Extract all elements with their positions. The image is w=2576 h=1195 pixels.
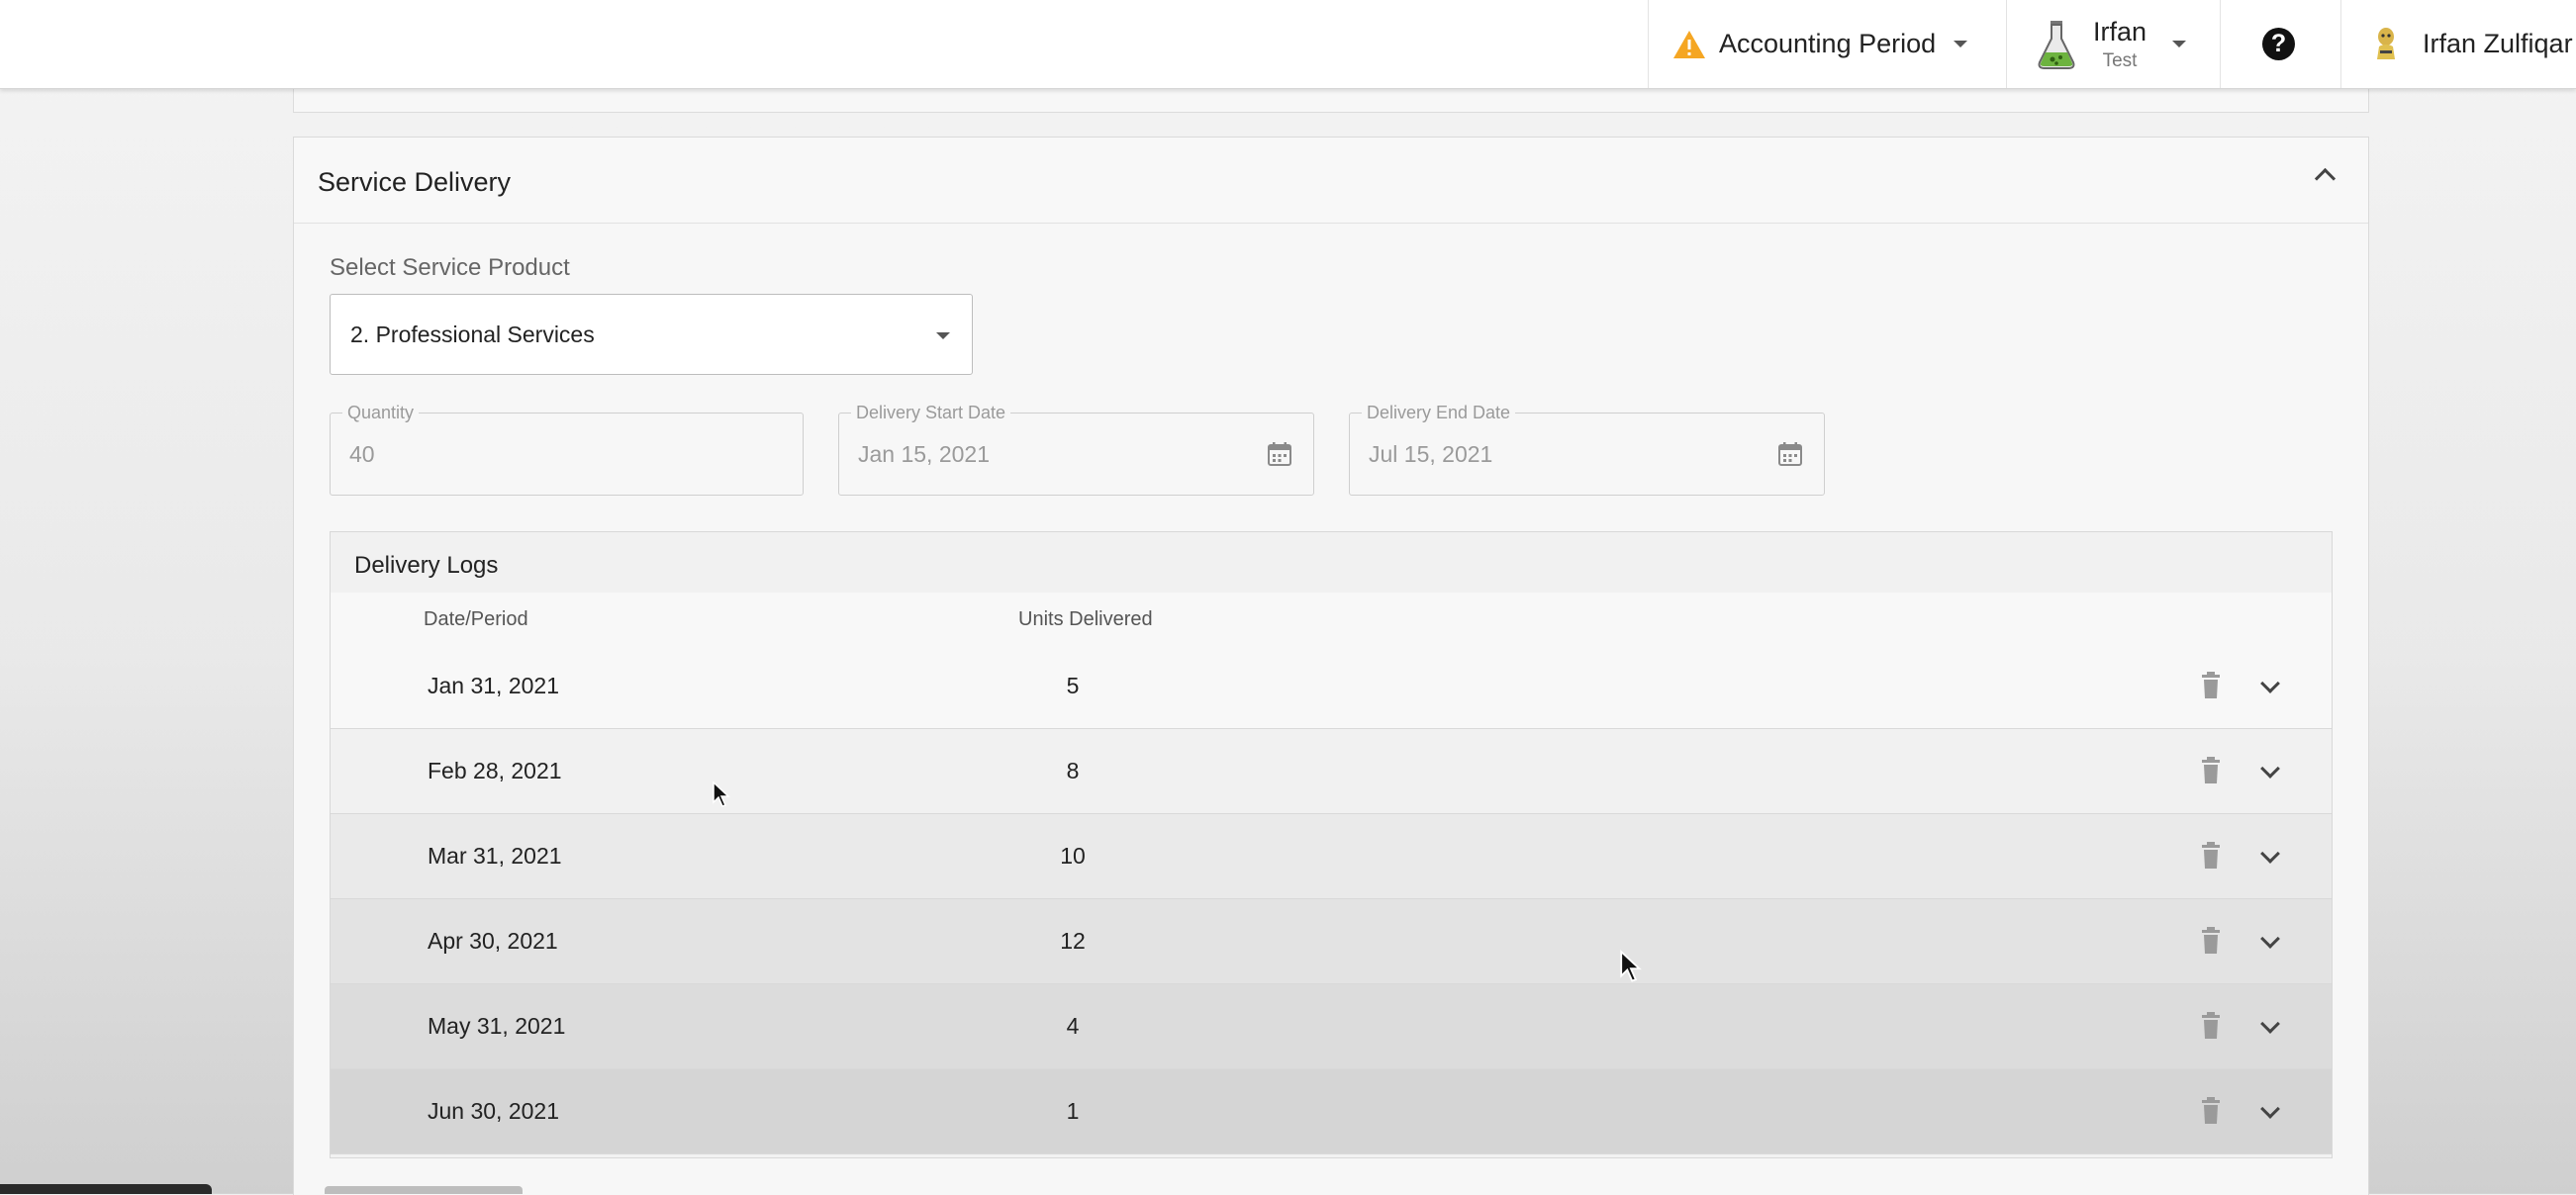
accounting-period-menu[interactable]: Accounting Period <box>1672 0 1989 88</box>
mouse-cursor-icon <box>1620 950 1642 982</box>
row-date: Feb 28, 2021 <box>428 758 562 783</box>
end-date-label: Delivery End Date <box>1362 403 1516 423</box>
table-row[interactable]: Feb 28, 2021 8 <box>331 729 2332 814</box>
table-row[interactable]: Jan 31, 2021 5 <box>331 644 2332 729</box>
row-units: 10 <box>1060 843 1086 869</box>
divider <box>2220 0 2221 88</box>
selected-product: 2. Professional Services <box>350 322 595 347</box>
end-date-value: Jul 15, 2021 <box>1369 441 1493 467</box>
delivery-end-date-field[interactable]: Delivery End Date Jul 15, 2021 <box>1349 403 1825 496</box>
row-date: Jan 31, 2021 <box>428 673 560 698</box>
warning-icon <box>1673 30 1705 58</box>
help-button[interactable]: ? <box>2262 0 2312 88</box>
chevron-down-icon <box>2172 41 2187 47</box>
avatar-icon <box>2377 27 2395 59</box>
mouse-cursor-icon <box>713 781 730 807</box>
accounting-period-label: Accounting Period <box>1719 29 1937 58</box>
row-date: Apr 30, 2021 <box>428 928 558 954</box>
bottom-button[interactable] <box>325 1186 523 1194</box>
divider <box>2340 0 2341 88</box>
row-date: May 31, 2021 <box>428 1013 566 1039</box>
row-units: 5 <box>1066 673 1080 698</box>
table-row[interactable]: Jun 30, 2021 1 <box>331 1069 2332 1154</box>
quantity-field[interactable]: Quantity 40 <box>330 403 804 496</box>
flask-icon <box>2038 20 2075 69</box>
divider <box>1648 0 1649 88</box>
user-name: Irfan Zulfiqar <box>2423 29 2573 58</box>
row-units: 1 <box>1066 1098 1080 1124</box>
delivery-start-date-field[interactable]: Delivery Start Date Jan 15, 2021 <box>838 403 1314 496</box>
chevron-down-icon <box>936 332 950 339</box>
calendar-icon[interactable] <box>1776 440 1804 468</box>
service-delivery-card: Service Delivery Select Service Product … <box>293 137 2369 1195</box>
organization-name: Irfan <box>2093 16 2147 46</box>
previous-section-panel <box>293 88 2369 113</box>
delivery-logs-panel: Delivery Logs Date/Period Units Delivere… <box>330 531 2333 1158</box>
service-delivery-header[interactable]: Service Delivery <box>294 138 2368 224</box>
start-date-value: Jan 15, 2021 <box>858 441 991 467</box>
trash-icon[interactable] <box>2200 1097 2222 1125</box>
column-header-units: Units Delivered <box>1018 608 1153 630</box>
help-icon: ? <box>2262 28 2295 60</box>
chevron-down-icon[interactable] <box>2260 1014 2280 1034</box>
table-header: Date/Period Units Delivered <box>331 593 2332 645</box>
top-bar: Accounting Period Irfan Test ? Irfan Zul… <box>0 0 2576 89</box>
table-row[interactable]: May 31, 2021 4 <box>331 984 2332 1069</box>
row-units: 4 <box>1066 1013 1080 1039</box>
delivery-logs-title: Delivery Logs <box>354 552 499 579</box>
trash-icon[interactable] <box>2200 672 2222 699</box>
row-date: Jun 30, 2021 <box>428 1098 560 1124</box>
service-product-select[interactable]: 2. Professional Services <box>330 294 973 375</box>
table-row[interactable]: Apr 30, 2021 12 <box>331 899 2332 984</box>
calendar-icon[interactable] <box>1266 440 1293 468</box>
chevron-down-icon[interactable] <box>2260 759 2280 779</box>
organization-label-group: Irfan Test <box>2093 17 2147 72</box>
chevron-down-icon[interactable] <box>2260 1099 2280 1119</box>
quantity-value: 40 <box>349 441 375 467</box>
user-menu[interactable]: Irfan Zulfiqar <box>2375 0 2576 88</box>
chevron-down-icon[interactable] <box>2260 844 2280 864</box>
chevron-down-icon[interactable] <box>2260 929 2280 949</box>
trash-icon[interactable] <box>2200 1012 2222 1040</box>
delivery-logs-header: Delivery Logs <box>331 532 2332 594</box>
organization-env: Test <box>2102 49 2138 71</box>
select-product-label: Select Service Product <box>330 254 570 281</box>
trash-icon[interactable] <box>2200 842 2222 870</box>
row-units: 8 <box>1066 758 1080 783</box>
card-title: Service Delivery <box>318 167 512 197</box>
chevron-up-icon[interactable] <box>2314 167 2337 190</box>
bottom-overlay <box>0 1184 212 1194</box>
quantity-label: Quantity <box>342 403 420 423</box>
table-row[interactable]: Mar 31, 2021 10 <box>331 814 2332 899</box>
chevron-down-icon <box>1954 41 1968 47</box>
column-header-date: Date/Period <box>424 608 528 630</box>
trash-icon[interactable] <box>2200 927 2222 955</box>
row-date: Mar 31, 2021 <box>428 843 562 869</box>
row-units: 12 <box>1060 928 1086 954</box>
chevron-down-icon[interactable] <box>2260 674 2280 693</box>
organization-menu[interactable]: Irfan Test <box>2037 0 2215 88</box>
start-date-label: Delivery Start Date <box>851 403 1011 423</box>
trash-icon[interactable] <box>2200 757 2222 784</box>
divider <box>2006 0 2007 88</box>
